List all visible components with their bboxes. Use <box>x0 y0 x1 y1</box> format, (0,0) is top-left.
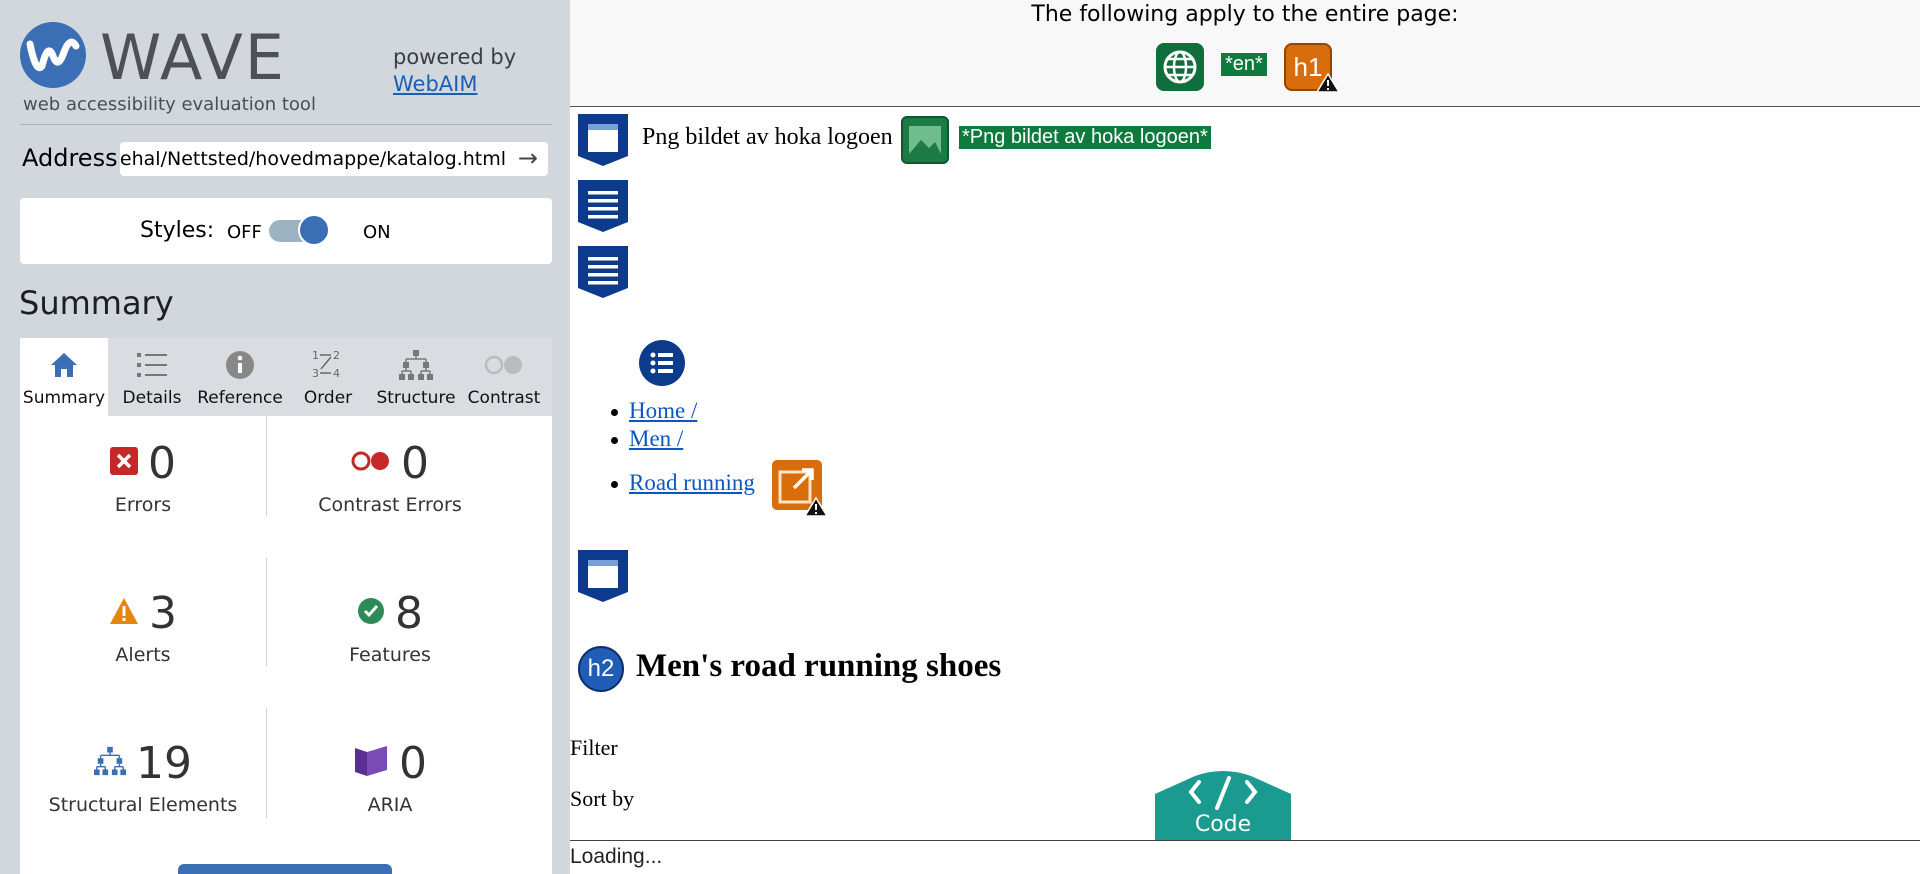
page-heading: Men's road running shoes <box>636 648 1002 684</box>
filter-label[interactable]: Filter <box>570 735 618 761</box>
tab-label: Order <box>303 388 353 408</box>
styles-off-label: OFF <box>227 222 262 243</box>
navigation-region-icon[interactable] <box>576 178 630 234</box>
list-icon <box>108 348 196 382</box>
logo-alt-text: Png bildet av hoka logoen <box>642 124 893 150</box>
stat-features[interactable]: 8 Features <box>267 587 513 667</box>
styles-on-label: ON <box>363 222 391 243</box>
header-divider <box>20 124 552 125</box>
stat-value: 0 <box>148 437 176 489</box>
address-value[interactable]: artehal/Nettsted/hovedmappe/katalog.html <box>120 148 506 170</box>
view-details-button[interactable] <box>178 864 392 874</box>
address-input[interactable]: artehal/Nettsted/hovedmappe/katalog.html… <box>120 142 548 176</box>
stat-value: 8 <box>395 587 423 639</box>
home-icon <box>20 348 108 382</box>
stat-value: 0 <box>399 737 427 789</box>
header-region-icon[interactable] <box>576 112 630 168</box>
wave-tagline: web accessibility evaluation tool <box>23 94 316 115</box>
stat-structural-elements[interactable]: 19 Structural Elements <box>20 737 266 817</box>
heading-h1-icon[interactable]: h1 <box>1284 43 1340 93</box>
wave-logo-icon <box>20 22 86 88</box>
contrast-icon <box>460 348 548 382</box>
stat-label: Errors <box>114 494 172 516</box>
svg-text:1: 1 <box>312 349 319 362</box>
svg-text:4: 4 <box>333 367 340 380</box>
heading-h2-icon[interactable]: h2 <box>578 646 624 692</box>
styles-card: Styles: OFF ON <box>20 198 552 264</box>
error-icon <box>110 447 138 479</box>
image-alt-icon[interactable] <box>901 116 949 164</box>
stat-label: Structural Elements <box>48 794 238 816</box>
styles-toggle-knob[interactable] <box>298 214 330 246</box>
stat-label: Features <box>349 644 431 666</box>
contrast-error-icon <box>351 450 391 476</box>
stat-aria[interactable]: 0 ARIA <box>267 738 513 816</box>
stat-value: 19 <box>136 737 192 789</box>
page-level-text: The following apply to the entire page: <box>1031 2 1459 27</box>
wave-sidebar: WAVE web accessibility evaluation tool p… <box>0 0 570 874</box>
summary-stats: 0 Errors 0 Contrast Errors 3 Alerts 8 Fe… <box>20 416 552 874</box>
aria-icon <box>353 744 389 782</box>
stat-label: ARIA <box>367 794 413 816</box>
tab-label: Structure <box>376 388 456 408</box>
code-label: Code <box>1194 812 1252 837</box>
code-panel-divider <box>570 840 1920 841</box>
svg-text:3: 3 <box>312 367 319 380</box>
styles-label: Styles: <box>140 218 215 243</box>
panel-tabs: Summary Details Reference 1 2 3 4 Order Str… <box>20 338 552 416</box>
tab-details[interactable]: Details <box>108 338 196 416</box>
page-level-bar: The following apply to the entire page: … <box>570 0 1920 107</box>
tab-label: Summary <box>22 388 106 408</box>
summary-heading: Summary <box>19 284 174 322</box>
svg-text:2: 2 <box>333 349 340 362</box>
alert-icon <box>109 597 139 629</box>
navigation-region-icon[interactable] <box>576 244 630 300</box>
stat-contrast-errors[interactable]: 0 Contrast Errors <box>267 437 513 517</box>
breadcrumb-link-home[interactable]: Home / <box>629 398 697 424</box>
sort-label[interactable]: Sort by <box>570 786 634 812</box>
stat-value: 0 <box>401 437 429 489</box>
order-icon: 1 2 3 4 <box>284 348 372 382</box>
tab-summary[interactable]: Summary <box>20 338 108 416</box>
bullet <box>611 481 618 488</box>
info-icon <box>196 348 284 382</box>
wave-logo-text: WAVE <box>100 21 286 94</box>
tab-order[interactable]: 1 2 3 4 Order <box>284 338 372 416</box>
breadcrumb-link-men[interactable]: Men / <box>629 426 683 452</box>
tab-label: Reference <box>197 388 283 408</box>
stat-label: Alerts <box>115 644 171 666</box>
language-globe-icon[interactable] <box>1156 43 1204 91</box>
bullet <box>611 437 618 444</box>
powered-by: powered by WebAIM <box>393 44 516 98</box>
evaluated-page: The following apply to the entire page: … <box>570 0 1920 874</box>
image-alt-label: *Png bildet av hoka logoen* <box>959 126 1211 149</box>
breadcrumb-link-road-running[interactable]: Road running <box>629 470 755 496</box>
tab-structure[interactable]: Structure <box>372 338 460 416</box>
tab-label: Contrast <box>467 388 541 408</box>
bullet <box>611 409 618 416</box>
structure-icon <box>372 348 460 382</box>
main-region-icon[interactable] <box>576 548 630 604</box>
feature-icon <box>357 597 385 629</box>
loading-text: Loading... <box>570 845 663 868</box>
warning-icon <box>1316 73 1340 93</box>
stat-alerts[interactable]: 3 Alerts <box>20 588 266 666</box>
language-label: *en* <box>1221 53 1267 76</box>
tab-label: Details <box>122 388 182 408</box>
address-label: Address: <box>22 144 126 172</box>
tab-reference[interactable]: Reference <box>196 338 284 416</box>
h2-label: h2 <box>587 655 615 682</box>
arrow-right-icon[interactable]: → <box>518 144 538 172</box>
stat-errors[interactable]: 0 Errors <box>20 438 266 516</box>
stat-value: 3 <box>149 587 177 639</box>
stat-label: Contrast Errors <box>318 494 462 516</box>
powered-by-label: powered by <box>393 45 517 69</box>
new-window-link-icon[interactable] <box>772 460 829 517</box>
webaim-link[interactable]: WebAIM <box>393 72 477 96</box>
ordered-list-icon[interactable] <box>639 340 685 386</box>
tab-contrast[interactable]: Contrast <box>460 338 548 416</box>
structure-icon <box>94 746 126 780</box>
